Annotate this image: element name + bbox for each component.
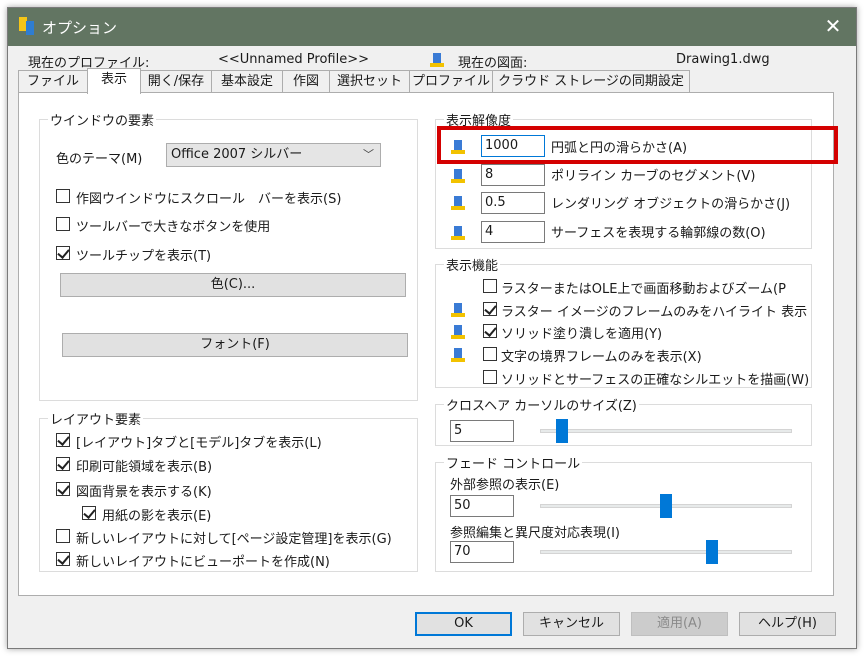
layout-model-tabs-checkbox[interactable] bbox=[56, 433, 70, 447]
raster-frame-highlight-label: ラスター イメージのフレームのみをハイライト 表示 bbox=[501, 305, 808, 320]
drawing-file-icon bbox=[451, 226, 465, 240]
cancel-button[interactable]: キャンセル bbox=[523, 612, 620, 636]
inplace-slider-track[interactable] bbox=[540, 550, 792, 554]
xref-display-input[interactable]: 50 bbox=[450, 495, 514, 517]
pan-zoom-raster-label: ラスターまたはOLE上で画面移動およびズーム(P bbox=[501, 282, 786, 297]
drawing-file-icon bbox=[451, 348, 465, 362]
drawing-file-icon bbox=[451, 303, 465, 317]
display-performance-title: 表示機能 bbox=[444, 255, 501, 274]
current-drawing-label: 現在の図面: bbox=[458, 56, 528, 71]
close-icon[interactable]: ✕ bbox=[820, 13, 846, 39]
paper-shadow-label: 用紙の影を表示(E) bbox=[102, 509, 212, 524]
inplace-edit-label: 参照編集と異尺度対応表現(I) bbox=[450, 526, 620, 541]
current-drawing-value: Drawing1.dwg bbox=[676, 52, 770, 67]
layout-elements-title: レイアウト要素 bbox=[48, 409, 144, 428]
window-elements-title: ウインドウの要素 bbox=[48, 110, 157, 129]
drawing-file-icon bbox=[430, 53, 444, 67]
tab-cloud-sync[interactable]: クラウド ストレージの同期設定 bbox=[492, 70, 690, 92]
solid-fill-label: ソリッド塗り潰しを適用(Y) bbox=[501, 327, 663, 342]
pan-zoom-raster-checkbox[interactable] bbox=[483, 279, 497, 293]
layout-model-tabs-label: [レイアウト]タブと[モデル]タブを表示(L) bbox=[76, 436, 322, 451]
drawing-file-icon bbox=[451, 196, 465, 210]
tab-drafting[interactable]: 作図 bbox=[282, 70, 330, 92]
silhouette-checkbox[interactable] bbox=[483, 370, 497, 384]
raster-frame-highlight-checkbox[interactable] bbox=[483, 302, 497, 316]
crosshair-slider-thumb[interactable] bbox=[555, 419, 568, 443]
contour-lines-input[interactable]: 4 bbox=[481, 221, 545, 243]
large-buttons-label: ツールバーで大きなボタンを使用 bbox=[76, 220, 271, 235]
color-theme-select[interactable]: Office 2007 シルバー ﹀ bbox=[166, 143, 381, 167]
create-viewport-checkbox[interactable] bbox=[56, 552, 70, 566]
color-theme-value: Office 2007 シルバー bbox=[171, 147, 303, 162]
fonts-button[interactable]: フォント(F) bbox=[62, 333, 408, 357]
xref-slider-thumb[interactable] bbox=[660, 494, 672, 518]
show-tooltips-label: ツールチップを表示(T) bbox=[76, 249, 212, 264]
contour-lines-label: サーフェスを表現する輪郭線の数(O) bbox=[551, 226, 766, 241]
text-boundary-checkbox[interactable] bbox=[483, 347, 497, 361]
help-button[interactable]: ヘルプ(H) bbox=[739, 612, 836, 636]
show-scrollbars-label: 作図ウインドウにスクロール バーを表示(S) bbox=[76, 192, 342, 207]
page-setup-manager-checkbox[interactable] bbox=[56, 529, 70, 543]
tab-profiles[interactable]: プロファイル bbox=[409, 70, 493, 92]
apply-button[interactable]: 適用(A) bbox=[631, 612, 728, 636]
polyline-segments-label: ポリライン カーブのセグメント(V) bbox=[551, 169, 756, 184]
polyline-segments-input[interactable]: 8 bbox=[481, 164, 545, 186]
current-profile-value: <<Unnamed Profile>> bbox=[218, 52, 369, 67]
highlight-annotation bbox=[437, 126, 838, 164]
tab-system[interactable]: 基本設定 bbox=[211, 70, 283, 92]
tab-selection[interactable]: 選択セット bbox=[329, 70, 410, 92]
window-title: オプション bbox=[42, 19, 118, 37]
paper-background-checkbox[interactable] bbox=[56, 482, 70, 496]
tab-display[interactable]: 表示 bbox=[87, 68, 141, 94]
solid-fill-checkbox[interactable] bbox=[483, 324, 497, 338]
tab-open-save[interactable]: 開く/保存 bbox=[140, 70, 212, 92]
paper-background-label: 図面背景を表示する(K) bbox=[76, 485, 212, 500]
crosshair-size-input[interactable]: 5 bbox=[450, 420, 514, 442]
xref-display-label: 外部参照の表示(E) bbox=[450, 478, 560, 493]
title-bar[interactable]: オプション ✕ bbox=[8, 8, 856, 46]
show-tooltips-checkbox[interactable] bbox=[56, 246, 70, 260]
colors-button[interactable]: 色(C)... bbox=[60, 273, 406, 297]
color-theme-label: 色のテーマ(M) bbox=[56, 152, 143, 167]
chevron-down-icon: ﹀ bbox=[363, 148, 374, 161]
drawing-file-icon bbox=[451, 325, 465, 339]
drawing-file-icon bbox=[451, 169, 465, 183]
page-setup-manager-label: 新しいレイアウトに対して[ページ設定管理]を表示(G) bbox=[76, 532, 392, 547]
crosshair-size-title: クロスヘア カーソルのサイズ(Z) bbox=[444, 395, 639, 414]
inplace-edit-input[interactable]: 70 bbox=[450, 541, 514, 563]
create-viewport-label: 新しいレイアウトにビューポートを作成(N) bbox=[76, 555, 330, 570]
show-scrollbars-checkbox[interactable] bbox=[56, 189, 70, 203]
silhouette-label: ソリッドとサーフェスの正確なシルエットを描画(W) bbox=[501, 373, 810, 388]
inplace-slider-thumb[interactable] bbox=[706, 540, 719, 564]
autocad-app-icon bbox=[19, 17, 35, 37]
rendering-smoothness-label: レンダリング オブジェクトの滑らかさ(J) bbox=[551, 197, 791, 212]
ok-button[interactable]: OK bbox=[415, 612, 512, 636]
tab-files[interactable]: ファイル bbox=[18, 70, 88, 92]
fade-control-title: フェード コントロール bbox=[444, 453, 583, 472]
rendering-smoothness-input[interactable]: 0.5 bbox=[481, 192, 545, 214]
crosshair-slider-track[interactable] bbox=[540, 429, 792, 433]
large-buttons-checkbox[interactable] bbox=[56, 217, 70, 231]
printable-area-label: 印刷可能領域を表示(B) bbox=[76, 460, 213, 475]
paper-shadow-checkbox[interactable] bbox=[82, 506, 96, 520]
printable-area-checkbox[interactable] bbox=[56, 457, 70, 471]
text-boundary-label: 文字の境界フレームのみを表示(X) bbox=[501, 350, 702, 365]
